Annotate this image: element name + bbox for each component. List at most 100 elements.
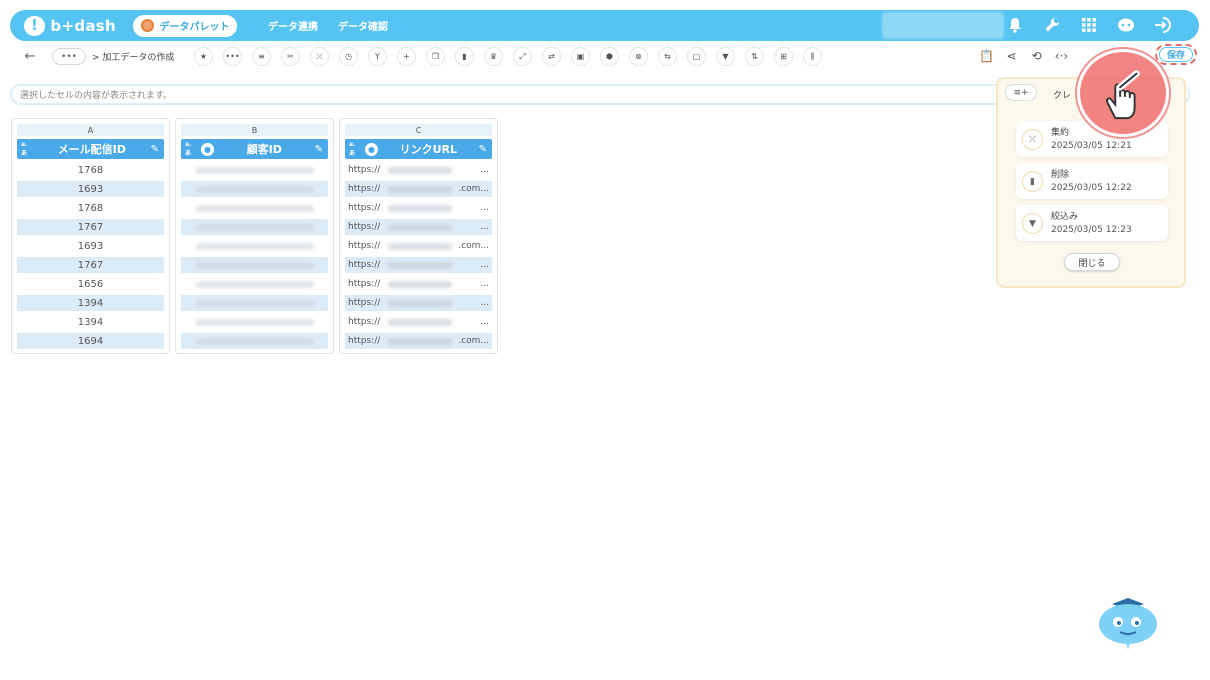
table-cell-url[interactable]: https://...	[345, 219, 492, 235]
table-cell[interactable]: 1394	[17, 295, 164, 311]
table-cell-url[interactable]: https://...	[345, 314, 492, 330]
toolbar: ← ••• > 加工データの作成 ★ ••• ≡ ✂ ⤫ ◷ Y + ❐ ▮ ♛…	[10, 43, 1199, 70]
table-cell[interactable]: 1394	[17, 314, 164, 330]
table-cell-redacted[interactable]	[181, 238, 328, 254]
split-icon[interactable]: ⫼	[803, 47, 822, 66]
add-list-button[interactable]: ≡+	[1005, 84, 1037, 101]
table-cell-url[interactable]: https://...	[345, 162, 492, 178]
more-button[interactable]: •••	[52, 48, 86, 65]
palette-icon	[140, 19, 154, 32]
history-item-time: 2025/03/05 12:21	[1051, 141, 1132, 151]
collapse-icon[interactable]: ⤫	[310, 47, 329, 66]
save-button-highlight[interactable]: 保存	[1155, 44, 1197, 65]
table-cell-url[interactable]: https://.com...	[345, 181, 492, 197]
table-cell[interactable]: 1768	[17, 162, 164, 178]
column-title: リンクURL	[399, 143, 458, 156]
people-icon: ●	[365, 142, 378, 156]
copy-icon[interactable]: ❐	[426, 47, 445, 66]
pencil-icon[interactable]: ✎	[479, 144, 487, 155]
history-item-time: 2025/03/05 12:23	[1051, 225, 1132, 235]
column-c: C a.あ ● リンクURL ✎ https://... https://.co…	[339, 118, 498, 354]
nav-data-integration[interactable]: データ連携	[268, 18, 318, 33]
grid-icon[interactable]	[1079, 15, 1099, 35]
column-rows	[181, 162, 328, 349]
table-cell[interactable]: 1694	[17, 333, 164, 349]
trash-icon[interactable]: ▮	[455, 47, 474, 66]
star-icon[interactable]: ★	[194, 47, 213, 66]
code-icon[interactable]: ‹·›	[1054, 47, 1069, 64]
column-title: メール配信ID	[57, 143, 126, 156]
filter-icon[interactable]: ▼	[716, 47, 735, 66]
table-cell-redacted[interactable]	[181, 333, 328, 349]
box-icon[interactable]: ⬢	[600, 47, 619, 66]
text-type-icon: a.あ	[21, 141, 28, 157]
text-type-icon: a.あ	[185, 141, 192, 157]
timer-icon[interactable]: ◷	[339, 47, 358, 66]
table-cell-redacted[interactable]	[181, 219, 328, 235]
ellipsis-icon[interactable]: •••	[223, 47, 242, 66]
table-cell-redacted[interactable]	[181, 200, 328, 216]
table-cell-url[interactable]: https://.com...	[345, 238, 492, 254]
pencil-icon[interactable]: ✎	[151, 144, 159, 155]
save-button[interactable]: 保存	[1159, 47, 1193, 62]
history-item[interactable]: ▮ 削除 2025/03/05 12:22	[1016, 163, 1168, 199]
table-cell[interactable]: 1656	[17, 276, 164, 292]
table-cell-url[interactable]: https://.com...	[345, 333, 492, 349]
table-cell-redacted[interactable]	[181, 162, 328, 178]
table-cell-url[interactable]: https://...	[345, 295, 492, 311]
mascot-icon[interactable]	[1096, 590, 1160, 652]
merge-icon[interactable]: Y	[368, 47, 387, 66]
plus-icon[interactable]: +	[397, 47, 416, 66]
table-cell-redacted[interactable]	[181, 314, 328, 330]
table-cell[interactable]: 1767	[17, 219, 164, 235]
table-cell[interactable]: 1693	[17, 181, 164, 197]
frame-icon[interactable]: ▢	[687, 47, 706, 66]
wrench-icon[interactable]	[1042, 15, 1062, 35]
column-title: 顧客ID	[246, 143, 282, 156]
table-cell[interactable]: 1693	[17, 238, 164, 254]
sort-icon[interactable]: ⇅	[745, 47, 764, 66]
expand-icon[interactable]: ⤢	[513, 47, 532, 66]
right-tools: 📋 ⋖ ⟲ ‹·›	[979, 47, 1069, 64]
tools-icon[interactable]: ✂	[281, 47, 300, 66]
user-info-redacted[interactable]	[882, 12, 1004, 39]
history-item[interactable]: ▼ 絞込み 2025/03/05 12:23	[1016, 205, 1168, 241]
tool-icons: ★ ••• ≡ ✂ ⤫ ◷ Y + ❐ ▮ ♛ ⤢ ⇄ ▣ ⬢ ⊗ ⇆ ▢ ▼ …	[194, 47, 822, 66]
bell-icon[interactable]	[1005, 15, 1025, 35]
swap-icon[interactable]: ⇄	[542, 47, 561, 66]
table-cell-redacted[interactable]	[181, 276, 328, 292]
share-icon[interactable]: ⋖	[1004, 47, 1019, 64]
cancel-icon[interactable]: ⊗	[629, 47, 648, 66]
close-button[interactable]: 閉じる	[1064, 253, 1120, 271]
column-header[interactable]: a.あ ● リンクURL ✎	[345, 139, 492, 159]
chat-bot-icon[interactable]	[1116, 15, 1136, 35]
logo[interactable]: b+dash	[24, 15, 116, 36]
column-header[interactable]: a.あ メール配信ID ✎	[17, 139, 164, 159]
logout-icon[interactable]	[1153, 15, 1173, 35]
lock-icon[interactable]: ▣	[571, 47, 590, 66]
nav-data-check[interactable]: データ確認	[338, 18, 388, 33]
table-cell-redacted[interactable]	[181, 257, 328, 273]
column-b: B a.あ ● 顧客ID ✎	[175, 118, 334, 354]
table-cell[interactable]: 1768	[17, 200, 164, 216]
list-icon[interactable]: ≡	[252, 47, 271, 66]
refresh-icon[interactable]: ⟲	[1029, 47, 1044, 64]
data-palette-button[interactable]: データパレット	[133, 14, 237, 37]
table-cell-redacted[interactable]	[181, 295, 328, 311]
table-cell-url[interactable]: https://...	[345, 276, 492, 292]
filter-icon: ▼	[1022, 213, 1043, 234]
table-cell-url[interactable]: https://...	[345, 200, 492, 216]
trash-icon: ▮	[1022, 171, 1043, 192]
collapse-icon: ⤫	[1022, 129, 1043, 150]
table-icon[interactable]: ⊞	[774, 47, 793, 66]
column-header[interactable]: a.あ ● 顧客ID ✎	[181, 139, 328, 159]
table-cell-url[interactable]: https://...	[345, 257, 492, 273]
replace-icon[interactable]: ⇆	[658, 47, 677, 66]
pencil-icon[interactable]: ✎	[315, 144, 323, 155]
data-palette-label: データパレット	[159, 22, 230, 33]
crown-icon[interactable]: ♛	[484, 47, 503, 66]
back-button[interactable]: ←	[16, 49, 44, 64]
clipboard-icon[interactable]: 📋	[979, 47, 994, 64]
table-cell-redacted[interactable]	[181, 181, 328, 197]
table-cell[interactable]: 1767	[17, 257, 164, 273]
